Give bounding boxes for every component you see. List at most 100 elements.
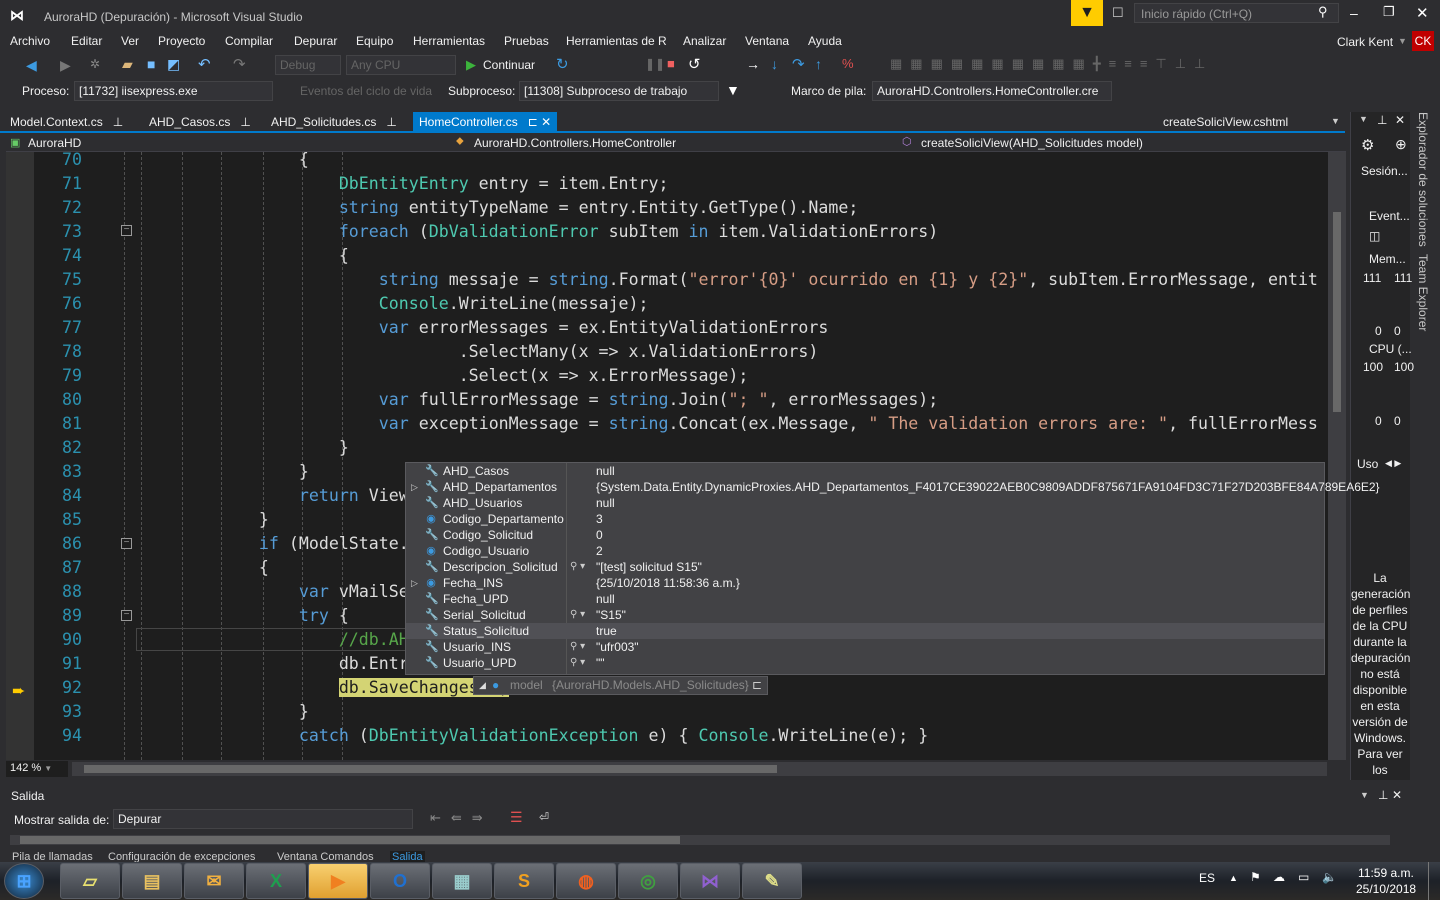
datatip-property-value[interactable]: 0 — [596, 527, 603, 543]
zoom-level-select[interactable]: 142 % ▼ — [6, 761, 68, 777]
fold-toggle[interactable]: − — [121, 610, 132, 621]
clock-date[interactable]: 25/10/2018 — [1356, 882, 1416, 896]
menu-analizar[interactable]: Analizar — [683, 34, 726, 48]
tools-taskbar-button[interactable]: ✎ — [742, 863, 802, 899]
open-icon[interactable]: ▰ — [122, 56, 133, 73]
menu-compilar[interactable]: Compilar — [225, 34, 273, 48]
events-section[interactable]: Event... — [1369, 209, 1410, 223]
back-icon[interactable]: ◀ — [26, 57, 37, 74]
datatip-property-value[interactable]: {System.Data.Entity.DynamicProxies.AHD_D… — [596, 479, 1380, 495]
menu-proyecto[interactable]: Proyecto — [158, 34, 205, 48]
step-into-icon[interactable]: ↓ — [771, 56, 778, 72]
tab-configuraci-n-de-excepciones[interactable]: Configuración de excepciones — [106, 851, 257, 862]
datatip-property-value[interactable]: null — [596, 495, 615, 511]
process-select[interactable]: [11732] iisexpress.exe — [74, 81, 273, 101]
datatip-property-value[interactable]: null — [596, 463, 615, 479]
pin-icon[interactable]: ⊥ — [1377, 113, 1387, 127]
fold-toggle[interactable]: − — [121, 538, 132, 549]
datatip-row[interactable]: 🔧 AHD_Casos null — [406, 463, 1324, 479]
explorer-taskbar-button[interactable]: ▤ — [122, 863, 182, 899]
member-select[interactable]: createSoliciView(AHD_Solicitudes model) — [921, 136, 1143, 150]
datatip-row[interactable]: 🔧 Descripcion_Solicitud ⚲ ▾ "[test] solicit… — [406, 559, 1324, 575]
memory-section[interactable]: Mem... — [1369, 252, 1406, 266]
notification-flag-icon[interactable]: ▼ — [1071, 0, 1103, 26]
lifecycle-events-button[interactable]: Eventos del ciclo de vida — [300, 84, 432, 98]
quick-launch-input[interactable]: Inicio rápido (Ctrl+Q) — [1134, 3, 1339, 23]
visual-studio-taskbar-button[interactable]: ⋈ — [680, 863, 740, 899]
menu-ayuda[interactable]: Ayuda — [808, 34, 842, 48]
volume-icon[interactable]: 🔈 — [1322, 870, 1337, 884]
zoom-in-icon[interactable]: ⊕ — [1395, 136, 1407, 153]
close-button[interactable]: ✕ — [1416, 4, 1429, 22]
show-desktop-button[interactable] — [1428, 862, 1440, 900]
tab-ventana-comandos[interactable]: Ventana Comandos — [275, 851, 376, 862]
datatip-row[interactable]: 🔧 Serial_Solicitud ⚲ ▾ "S15" — [406, 607, 1324, 623]
outlook-taskbar-button[interactable]: O — [370, 863, 430, 899]
restart-icon[interactable]: ↻ — [556, 55, 569, 73]
show-next-statement-icon[interactable]: → — [746, 56, 760, 72]
menu-ventana[interactable]: Ventana — [745, 34, 789, 48]
settings-gear-icon[interactable]: ⚙ — [1361, 136, 1374, 154]
media-player-taskbar-button[interactable]: ▶ — [308, 863, 368, 899]
restore-button[interactable]: ❐ — [1383, 4, 1395, 20]
search-icon[interactable]: ⚲ — [1318, 4, 1328, 20]
tab-team-explorer[interactable]: Team Explorer — [1416, 254, 1430, 331]
datatip-root[interactable]: ◢ ● model {AuroraHD.Models.AHD_Solicitud… — [473, 676, 768, 695]
datatip-row[interactable]: 🔧 Codigo_Solicitud 0 — [406, 527, 1324, 543]
datatip-row[interactable]: ◉ Codigo_Departamento 3 — [406, 511, 1324, 527]
tab-homecontroller-cs[interactable]: HomeController.cs ⊏ ✕ — [413, 112, 558, 132]
action-center-flag-icon[interactable]: ⚑ — [1250, 870, 1261, 884]
menu-pruebas[interactable]: Pruebas — [504, 34, 549, 48]
pin-icon[interactable]: ⊥ — [1378, 788, 1388, 802]
undo-icon[interactable]: ↶ — [198, 55, 211, 73]
solution-configuration-select[interactable]: Debug — [275, 55, 341, 75]
word-wrap-icon[interactable]: ⏎ — [539, 810, 549, 824]
filter-icon[interactable]: ▼ — [726, 82, 740, 98]
menu-equipo[interactable]: Equipo — [356, 34, 393, 48]
output-source-select[interactable]: Depurar — [113, 809, 413, 829]
menu-archivo[interactable]: Archivo — [10, 34, 50, 48]
datatip-row[interactable]: ▷ ◉ Fecha_INS {25/10/2018 11:58:36 a.m.} — [406, 575, 1324, 591]
menu-depurar[interactable]: Depurar — [294, 34, 337, 48]
menu-ver[interactable]: Ver — [121, 34, 139, 48]
continue-icon[interactable]: ▶ — [466, 57, 476, 73]
feedback-icon[interactable]: ☐ — [1112, 5, 1124, 21]
close-icon[interactable]: ⊏ ✕ — [528, 115, 551, 129]
pin-icon[interactable]: ⊥ — [240, 115, 250, 129]
datatip-property-value[interactable]: "ufr003" — [596, 639, 639, 655]
cpu-section[interactable]: CPU (... — [1369, 342, 1412, 356]
text-visualizer-icon[interactable]: ⚲ ▾ — [570, 655, 585, 671]
breakpoints-icon[interactable]: % — [842, 56, 854, 71]
step-out-icon[interactable]: ↑ — [815, 56, 822, 72]
thread-select[interactable]: [11308] Subproceso de trabajo — [519, 81, 719, 101]
redo-icon[interactable]: ↷ — [233, 55, 246, 73]
step-over-icon[interactable]: ↷ — [792, 55, 805, 73]
tab-ahd-solicitudes-cs[interactable]: AHD_Solicitudes.cs ⊥ — [265, 112, 403, 132]
tab-salida[interactable]: Salida — [390, 851, 425, 862]
sticky-notes-taskbar-button[interactable]: ▱ — [60, 863, 120, 899]
pin-icon[interactable]: ⊏ — [752, 677, 762, 694]
expand-icon[interactable]: ▷ — [411, 575, 418, 591]
close-icon[interactable]: ✕ — [1392, 788, 1402, 802]
datatip-property-value[interactable]: "" — [596, 655, 605, 671]
expand-icon[interactable]: ▷ — [411, 479, 418, 495]
save-all-icon[interactable]: ◩ — [167, 56, 180, 73]
datatip-row[interactable]: 🔧 Usuario_UPD ⚲ ▾ "" — [406, 655, 1324, 671]
excel-taskbar-button[interactable]: X — [246, 863, 306, 899]
output-toolbar-icons[interactable]: ⇤⇚⇛ — [430, 810, 493, 826]
datatip-row[interactable]: 🔧 Status_Solicitud true — [406, 623, 1324, 639]
user-dropdown-icon[interactable]: ▼ — [1398, 36, 1407, 46]
class-select[interactable]: AuroraHD.Controllers.HomeController — [474, 136, 676, 150]
usage-tab[interactable]: Uso — [1357, 457, 1378, 471]
onedrive-cloud-icon[interactable]: ☁ — [1273, 870, 1285, 884]
firefox-taskbar-button[interactable]: ◍ — [556, 863, 616, 899]
pause-icon[interactable]: ❚❚ — [645, 57, 665, 71]
menu-editar[interactable]: Editar — [71, 34, 102, 48]
continue-button[interactable]: Continuar — [483, 58, 535, 72]
vertical-scrollbar[interactable] — [1328, 152, 1346, 760]
restart-debug-icon[interactable]: ↺ — [688, 55, 701, 73]
collapse-icon[interactable]: ◢ — [479, 677, 486, 694]
tab-ahd-casos-cs[interactable]: AHD_Casos.cs ⊥ — [143, 112, 257, 132]
datatip-property-value[interactable]: 3 — [596, 511, 603, 527]
datatip-row[interactable]: 🔧 Usuario_INS ⚲ ▾ "ufr003" — [406, 639, 1324, 655]
